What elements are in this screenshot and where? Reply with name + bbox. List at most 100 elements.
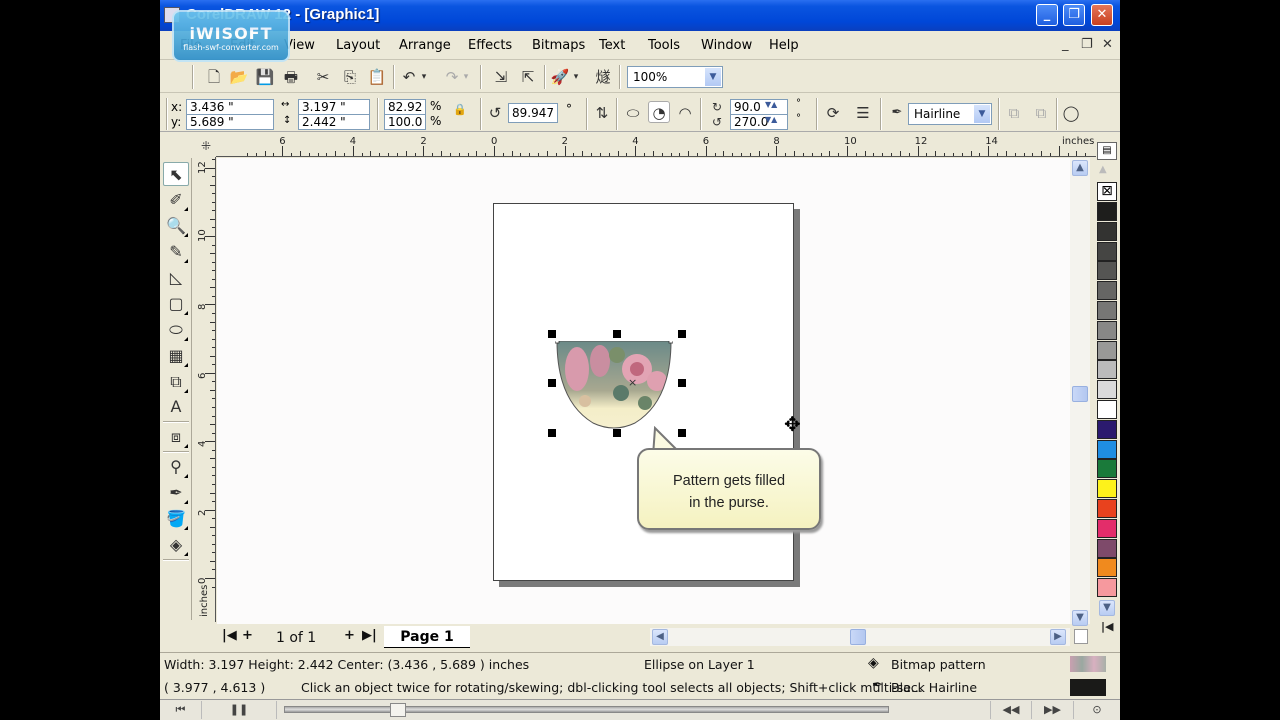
to-back-icon[interactable]: ⧉: [1030, 102, 1052, 124]
vertical-scrollbar[interactable]: ▲ ▼: [1070, 158, 1090, 626]
outline-width-select[interactable]: Hairline ▼: [908, 103, 992, 125]
minimize-button[interactable]: _: [1036, 4, 1058, 26]
x-position-input[interactable]: 3.436 ": [186, 99, 274, 115]
interactive-blend-tool-icon[interactable]: ⧈: [163, 425, 189, 449]
color-swatch[interactable]: [1097, 400, 1117, 419]
scroll-left-button[interactable]: ◀: [652, 629, 668, 645]
color-swatch[interactable]: [1097, 320, 1117, 340]
horizontal-scroll-thumb[interactable]: [850, 629, 866, 645]
width-input[interactable]: 3.197 ": [298, 99, 370, 115]
shape-tool-icon[interactable]: ✐: [163, 188, 189, 212]
wrap-text-icon[interactable]: ☰: [852, 102, 874, 124]
close-button[interactable]: ✕: [1091, 4, 1113, 26]
player-rewind-button[interactable]: ◀◀: [990, 701, 1032, 719]
color-swatch[interactable]: [1097, 241, 1117, 261]
eyedropper-tool-icon[interactable]: ⚲: [163, 455, 189, 479]
corel-online-icon[interactable]: 燧: [592, 66, 614, 88]
color-swatch[interactable]: [1097, 202, 1117, 221]
color-swatch[interactable]: [1097, 538, 1117, 558]
doc-restore-button[interactable]: ❐: [1081, 37, 1093, 52]
scale-y-input[interactable]: 100.0: [384, 114, 426, 130]
smart-fill-tool-icon[interactable]: ◺: [163, 266, 189, 290]
player-progress-track[interactable]: [284, 706, 889, 713]
new-icon[interactable]: 🗋: [203, 66, 225, 88]
mirror-icon[interactable]: ⇅: [591, 102, 613, 124]
rectangle-tool-icon[interactable]: ▢: [163, 292, 189, 316]
menu-window[interactable]: Window: [701, 38, 752, 53]
vertical-ruler[interactable]: inches 12 10 8 6 4 2 0: [196, 157, 216, 622]
export-icon[interactable]: ⇱: [517, 66, 539, 88]
height-input[interactable]: 2.442 ": [298, 114, 370, 130]
doc-close-button[interactable]: ✕: [1102, 37, 1113, 52]
ruler-origin-icon[interactable]: ⁜: [196, 135, 216, 157]
menu-bitmaps[interactable]: Bitmaps: [532, 38, 585, 53]
menu-help[interactable]: Help: [769, 38, 799, 53]
color-swatch[interactable]: [1097, 439, 1117, 459]
lock-ratio-icon[interactable]: 🔒: [449, 99, 471, 121]
first-page-button[interactable]: |◀: [222, 628, 237, 643]
scroll-right-button[interactable]: ▶: [1050, 629, 1066, 645]
player-options-button[interactable]: ⊙: [1074, 701, 1120, 719]
paste-icon[interactable]: 📋: [366, 66, 388, 88]
application-launcher-icon[interactable]: 🚀: [549, 66, 571, 88]
color-swatch[interactable]: [1097, 360, 1117, 380]
menu-effects[interactable]: Effects: [468, 38, 512, 53]
view-navigator-button[interactable]: [1074, 629, 1088, 644]
color-swatch[interactable]: [1097, 261, 1117, 281]
player-progress-thumb[interactable]: [390, 703, 406, 717]
convert-to-curves-icon[interactable]: ◯: [1060, 102, 1082, 124]
scale-x-input[interactable]: 82.92: [384, 99, 426, 115]
rotation-angle-input[interactable]: 89.947: [508, 103, 558, 123]
horizontal-scrollbar[interactable]: ◀ ▶: [650, 628, 1070, 646]
y-position-input[interactable]: 5.689 ": [186, 114, 274, 130]
direction-icon[interactable]: ⟳: [822, 102, 844, 124]
no-fill-swatch[interactable]: ⊠: [1097, 182, 1117, 201]
fill-tool-icon[interactable]: 🪣: [163, 507, 189, 531]
maximize-button[interactable]: ❐: [1063, 4, 1085, 26]
palette-scroll-down-icon[interactable]: ▼: [1099, 600, 1115, 616]
outline-swatch-preview[interactable]: [1070, 679, 1106, 696]
redo-dropdown-icon[interactable]: ▾: [460, 66, 472, 88]
palette-scroll-up-icon[interactable]: ▲: [1099, 164, 1107, 175]
fill-swatch-preview[interactable]: [1070, 656, 1106, 672]
copy-icon[interactable]: ⎘: [339, 66, 361, 88]
color-swatch[interactable]: [1097, 281, 1117, 301]
purse-ellipse-shape[interactable]: [555, 341, 673, 431]
start-angle-spinner[interactable]: ▼▲: [765, 100, 785, 114]
zoom-level-select[interactable]: 100% ▼: [627, 66, 723, 88]
color-swatch[interactable]: [1097, 419, 1117, 439]
color-swatch[interactable]: [1097, 380, 1117, 400]
player-pause-button[interactable]: ❚❚: [202, 701, 277, 719]
freehand-tool-icon[interactable]: ✎: [163, 240, 189, 264]
scroll-up-button[interactable]: ▲: [1072, 160, 1088, 176]
menu-arrange[interactable]: Arrange: [399, 38, 451, 53]
end-angle-spinner[interactable]: ▼▲: [765, 115, 785, 129]
chevron-down-icon[interactable]: ▼: [974, 105, 990, 123]
undo-icon[interactable]: ↶: [398, 66, 420, 88]
selection-handle-top-left[interactable]: [548, 330, 556, 338]
cut-icon[interactable]: ✂: [312, 66, 334, 88]
menu-tools[interactable]: Tools: [648, 38, 680, 53]
horizontal-ruler[interactable]: 6 4 2 0 2 4 6 8 10 12 14 inches: [216, 135, 1096, 157]
color-swatch[interactable]: [1097, 459, 1117, 479]
chevron-down-icon[interactable]: ▼: [705, 68, 721, 86]
color-swatch[interactable]: [1097, 479, 1117, 499]
scroll-down-button[interactable]: ▼: [1072, 610, 1088, 626]
player-forward-button[interactable]: ▶▶: [1032, 701, 1074, 719]
menu-layout[interactable]: Layout: [336, 38, 380, 53]
save-icon[interactable]: 💾: [254, 66, 276, 88]
vertical-scroll-thumb[interactable]: [1072, 386, 1088, 402]
ellipse-mode-icon[interactable]: ⬭: [622, 102, 644, 124]
graph-paper-tool-icon[interactable]: ▦: [163, 344, 189, 368]
import-icon[interactable]: ⇲: [490, 66, 512, 88]
player-start-button[interactable]: ⏮: [160, 701, 202, 719]
print-icon[interactable]: 🖶: [280, 66, 302, 88]
interactive-fill-tool-icon[interactable]: ◈: [163, 533, 189, 557]
pick-tool-icon[interactable]: ⬉: [163, 162, 189, 186]
color-swatch[interactable]: [1097, 221, 1117, 241]
launcher-dropdown-icon[interactable]: ▾: [570, 66, 582, 88]
palette-options-icon[interactable]: ▤: [1097, 142, 1117, 160]
arc-mode-icon[interactable]: ◠: [674, 102, 696, 124]
page-tab[interactable]: Page 1: [384, 626, 470, 648]
color-swatch[interactable]: [1097, 518, 1117, 538]
